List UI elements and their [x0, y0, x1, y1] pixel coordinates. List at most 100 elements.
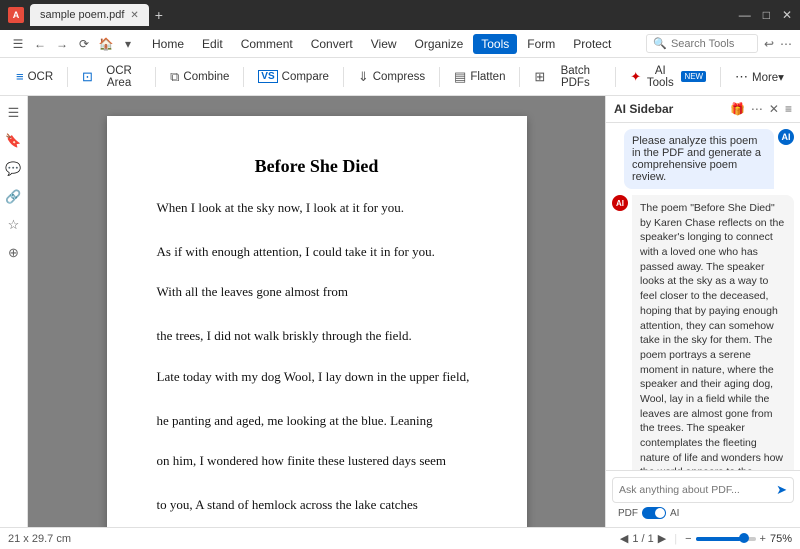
zoom-out-icon[interactable]: − [685, 533, 691, 545]
separator [155, 67, 156, 87]
page-prev-icon[interactable]: ◀ [620, 532, 628, 545]
home-icon[interactable]: 🏠 [96, 34, 116, 54]
menu-tools[interactable]: Tools [473, 34, 517, 54]
main-area: ☰ 🔖 💬 🔗 ☆ ⊕ Before She Died When I look … [0, 96, 800, 527]
flatten-icon: ▤ [454, 69, 466, 85]
menu-hamburger-icon[interactable]: ☰ [8, 34, 28, 54]
ai-sidebar: AI Sidebar 🎁 ⋯ ✕ ≡ Please analyze this p… [605, 96, 800, 527]
search-icon: 🔍 [653, 37, 667, 50]
ai-header-icons: 🎁 ⋯ ✕ ≡ [730, 102, 792, 116]
menu-home[interactable]: Home [144, 34, 192, 54]
maximize-icon[interactable]: □ [763, 8, 770, 22]
ai-tools-button[interactable]: ✦ AI Tools NEW [622, 61, 714, 93]
layers-icon[interactable]: ⊕ [3, 242, 25, 264]
user-avatar: AI [778, 129, 794, 145]
left-sidebar: ☰ 🔖 💬 🔗 ☆ ⊕ [0, 96, 28, 527]
search-panel-icon[interactable]: ☆ [3, 214, 25, 236]
menu-edit[interactable]: Edit [194, 34, 231, 54]
ai-close-icon[interactable]: ✕ [769, 102, 779, 116]
ai-response-bubble: The poem "Before She Died" by Karen Chas… [632, 195, 794, 470]
zoom-slider[interactable] [696, 537, 756, 541]
zoom-level: 75% [770, 533, 792, 545]
ai-chat-area[interactable]: Please analyze this poem in the PDF and … [606, 123, 800, 470]
page-dimensions: 21 x 29.7 cm [8, 533, 71, 545]
new-badge: NEW [681, 71, 706, 82]
separator [343, 67, 344, 87]
menu-view[interactable]: View [363, 34, 405, 54]
poem-stanza-4: on him, I wondered how finite these lust… [157, 450, 477, 516]
menu-comment[interactable]: Comment [233, 34, 301, 54]
window-controls: — □ ✕ [739, 8, 792, 22]
poem-title: Before She Died [157, 156, 477, 177]
user-message-row: Please analyze this poem in the PDF and … [612, 129, 794, 189]
more-button[interactable]: ⋯ More▾ [727, 65, 792, 89]
ai-more-icon[interactable]: ⋯ [751, 102, 763, 116]
document-tab[interactable]: sample poem.pdf ✕ [30, 4, 149, 26]
batch-pdfs-button[interactable]: ⊞ Batch PDFs [526, 61, 609, 93]
search-tools-input[interactable] [671, 38, 751, 50]
more-tools-icon: ⋯ [735, 69, 748, 85]
separator [519, 67, 520, 87]
menu-protect[interactable]: Protect [565, 34, 619, 54]
thumbnail-icon[interactable]: ☰ [3, 102, 25, 124]
separator [720, 67, 721, 87]
ai-tools-icon: ✦ [630, 69, 641, 85]
separator [439, 67, 440, 87]
combine-icon: ⧉ [170, 69, 179, 85]
ai-avatar: AI [612, 195, 628, 211]
pdf-toggle-label: PDF [618, 508, 638, 519]
menu-organize[interactable]: Organize [407, 34, 472, 54]
menu-convert[interactable]: Convert [303, 34, 361, 54]
ocr-button[interactable]: ≡ OCR [8, 65, 61, 88]
pdf-viewer[interactable]: Before She Died When I look at the sky n… [28, 96, 605, 527]
user-message-bubble: Please analyze this poem in the PDF and … [624, 129, 774, 189]
ai-send-icon[interactable]: ➤ [776, 482, 787, 498]
menu-bar: ☰ ← → ⟳ 🏠 ▾ Home Edit Comment Convert Vi… [0, 30, 800, 58]
gift-icon[interactable]: 🎁 [730, 102, 745, 116]
app-icon: A [8, 7, 24, 23]
pdf-ai-toggle[interactable] [642, 507, 666, 519]
back-icon[interactable]: ← [30, 34, 50, 54]
separator [615, 67, 616, 87]
compress-button[interactable]: ⇓ Compress [350, 65, 433, 89]
ai-sidebar-title: AI Sidebar [614, 102, 726, 116]
vs-badge: VS [258, 70, 277, 83]
ai-settings-icon[interactable]: ≡ [785, 102, 792, 116]
tab-close-icon[interactable]: ✕ [130, 10, 138, 21]
link-icon[interactable]: 🔗 [3, 186, 25, 208]
zoom-in-icon[interactable]: + [760, 533, 766, 545]
pdf-page: Before She Died When I look at the sky n… [107, 116, 527, 527]
comment-icon[interactable]: 💬 [3, 158, 25, 180]
minimize-icon[interactable]: — [739, 8, 751, 22]
ai-toggle-label: AI [670, 508, 679, 519]
tab-label: sample poem.pdf [40, 9, 124, 21]
flatten-button[interactable]: ▤ Flatten [446, 65, 513, 89]
menu-form[interactable]: Form [519, 34, 563, 54]
ai-input-field[interactable] [619, 484, 776, 496]
zoom-progress [696, 537, 741, 541]
ocr-area-icon: ⊡ [82, 69, 93, 85]
ocr-area-button[interactable]: ⊡ OCR Area [74, 61, 149, 93]
undo-icon[interactable]: ↩ [764, 37, 774, 51]
compress-icon: ⇓ [358, 69, 369, 85]
combine-button[interactable]: ⧉ Combine [162, 65, 237, 89]
bookmark-icon[interactable]: 🔖 [3, 130, 25, 152]
ai-input-row: ➤ [612, 477, 794, 503]
forward-icon[interactable]: → [52, 34, 72, 54]
ai-input-area: ➤ PDF AI [606, 470, 800, 527]
poem-stanza-2: With all the leaves gone almost from the… [157, 281, 477, 347]
dropdown-icon[interactable]: ▾ [118, 34, 138, 54]
status-bar: 21 x 29.7 cm ◀ 1 / 1 ▶ | − + 75% [0, 527, 800, 549]
page-info: 1 / 1 [632, 533, 653, 545]
ai-sidebar-header: AI Sidebar 🎁 ⋯ ✕ ≡ [606, 96, 800, 123]
more-icon[interactable]: ⋯ [780, 37, 792, 51]
poem-stanza-1: When I look at the sky now, I look at it… [157, 197, 477, 263]
page-next-icon[interactable]: ▶ [658, 532, 666, 545]
compare-button[interactable]: VS Compare [250, 66, 337, 87]
refresh-icon[interactable]: ⟳ [74, 34, 94, 54]
close-icon[interactable]: ✕ [782, 8, 792, 22]
ai-response-row: AI The poem "Before She Died" by Karen C… [612, 195, 794, 470]
zoom-handle [739, 533, 749, 543]
toolbar: ≡ OCR ⊡ OCR Area ⧉ Combine VS Compare ⇓ … [0, 58, 800, 96]
new-tab-icon[interactable]: + [155, 7, 163, 23]
